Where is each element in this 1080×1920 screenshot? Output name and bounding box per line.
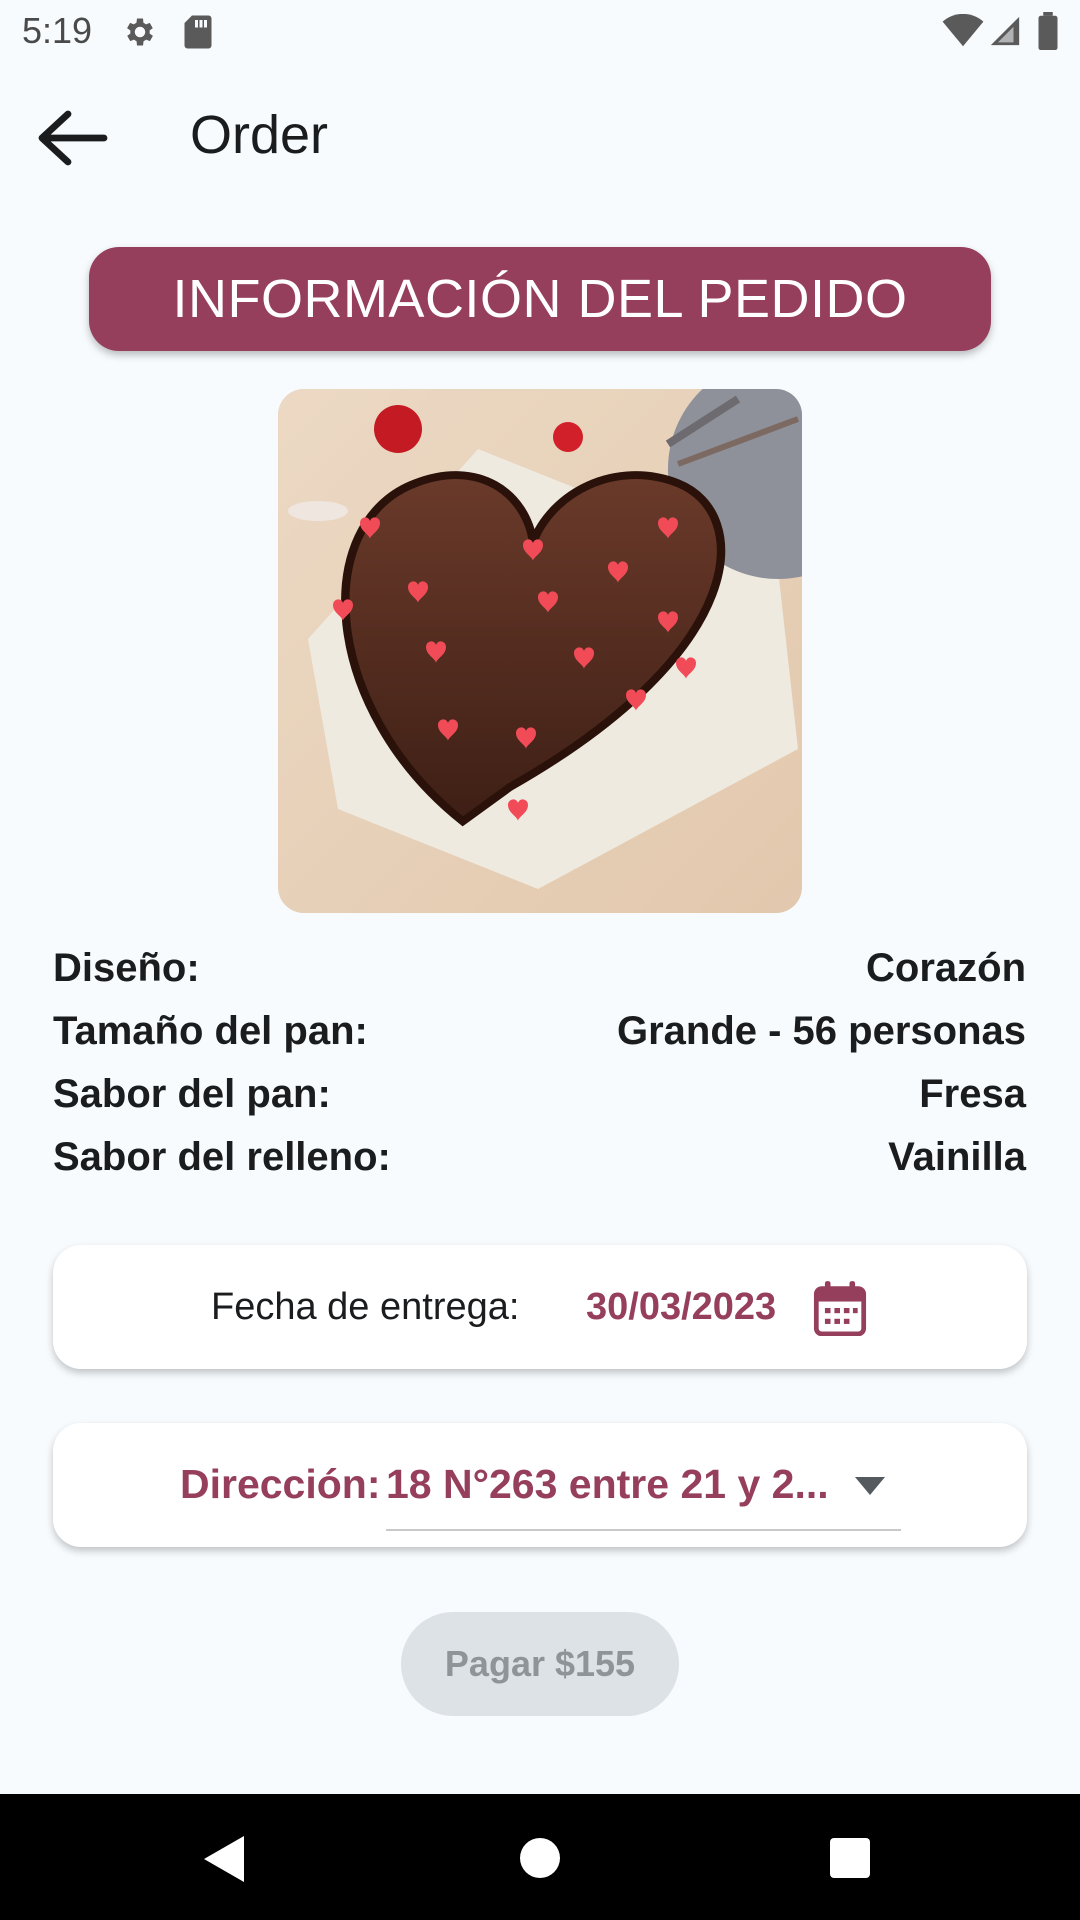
sd-card-icon <box>184 15 212 49</box>
order-info-header: INFORMACIÓN DEL PEDIDO <box>89 247 991 351</box>
address-selected-value: 18 N°263 entre 21 y 2... <box>386 1461 829 1507</box>
cake-image <box>278 389 802 913</box>
detail-value: Fresa <box>919 1072 1026 1116</box>
detail-row-size: Tamaño del pan: Grande - 56 personas <box>53 1003 1026 1066</box>
detail-label: Sabor del pan: <box>53 1072 331 1116</box>
signal-icon <box>990 16 1020 46</box>
detail-value: Corazón <box>866 946 1026 990</box>
system-nav-bar <box>0 1794 1080 1920</box>
calendar-icon[interactable] <box>813 1280 867 1336</box>
detail-label: Sabor del relleno: <box>53 1135 391 1179</box>
detail-value: Vainilla <box>888 1135 1026 1179</box>
app-bar: Order <box>0 64 1080 204</box>
detail-row-filling: Sabor del relleno: Vainilla <box>53 1129 1026 1192</box>
page-title: Order <box>190 105 329 165</box>
delivery-date-card[interactable]: Fecha de entrega: 30/03/2023 <box>53 1245 1027 1369</box>
detail-label: Tamaño del pan: <box>53 1009 368 1053</box>
status-bar: 5:19 <box>0 0 1080 64</box>
status-time: 5:19 <box>22 10 93 51</box>
detail-value: Grande - 56 personas <box>616 1009 1026 1053</box>
nav-home-icon[interactable] <box>520 1838 560 1878</box>
order-details: Diseño: Corazón Tamaño del pan: Grande -… <box>53 940 1026 1192</box>
gear-icon <box>127 18 153 46</box>
detail-row-design: Diseño: Corazón <box>53 940 1026 1003</box>
wifi-icon <box>942 14 984 47</box>
nav-recents-icon[interactable] <box>830 1838 870 1878</box>
battery-icon <box>1038 12 1058 50</box>
nav-back-icon[interactable] <box>204 1836 244 1882</box>
address-label: Dirección: <box>180 1461 381 1507</box>
delivery-date-value[interactable]: 30/03/2023 <box>586 1286 776 1329</box>
delivery-date-label: Fecha de entrega: <box>211 1286 520 1328</box>
pay-button[interactable]: Pagar $155 <box>401 1612 679 1716</box>
arrow-back-icon[interactable] <box>36 108 108 168</box>
detail-row-flavor: Sabor del pan: Fresa <box>53 1066 1026 1129</box>
chevron-down-icon[interactable] <box>855 1477 885 1495</box>
detail-label: Diseño: <box>53 946 200 990</box>
address-dropdown[interactable]: 18 N°263 entre 21 y 2... <box>386 1445 901 1531</box>
address-card: Dirección: 18 N°263 entre 21 y 2... <box>53 1423 1027 1547</box>
order-screen: 5:19 Order INFORMACIÓN DEL PEDIDO Diseño… <box>0 0 1080 1920</box>
